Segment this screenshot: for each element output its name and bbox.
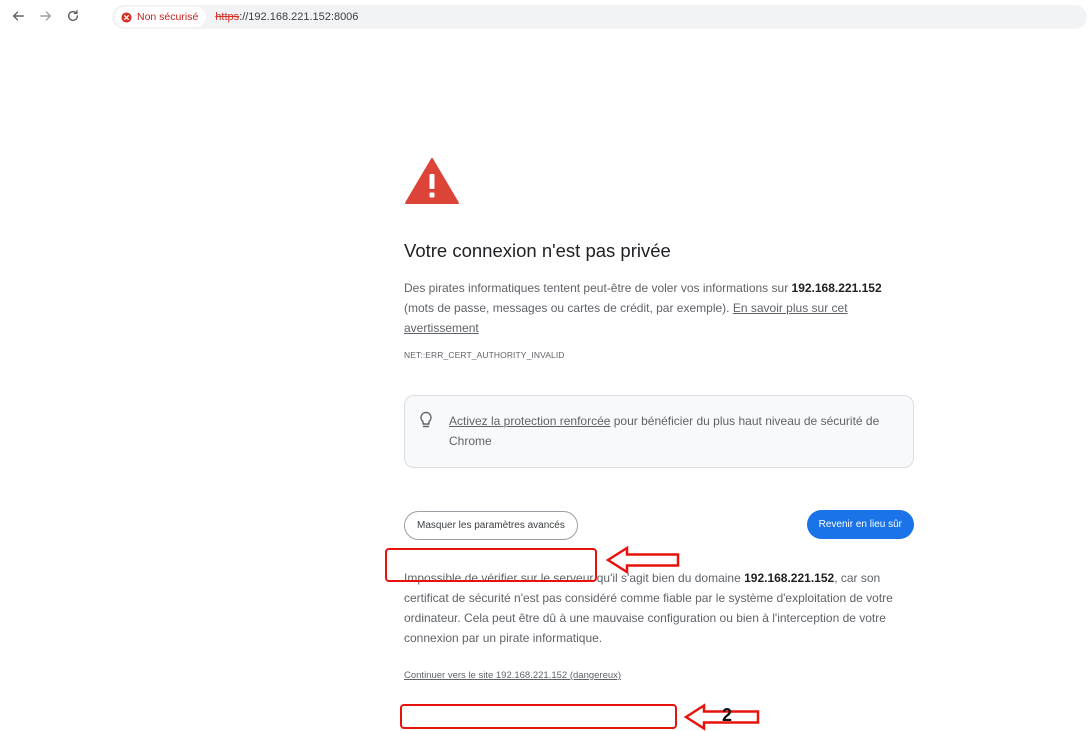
intro-text: Des pirates informatiques tentent peut-ê… — [404, 281, 792, 295]
address-bar[interactable]: Non sécurisé https://192.168.221.152:800… — [112, 5, 1087, 29]
annotation-box-2 — [400, 704, 677, 729]
proceed-unsafe-link[interactable]: Continuer vers le site 192.168.221.152 (… — [404, 670, 621, 681]
warning-triangle-icon — [405, 158, 459, 204]
intro-text-cont: (mots de passe, messages ou cartes de cr… — [404, 301, 733, 315]
back-to-safety-button[interactable]: Revenir en lieu sûr — [806, 510, 914, 539]
forward-button[interactable] — [36, 6, 56, 26]
details-host: 192.168.221.152 — [744, 571, 835, 585]
enhanced-protection-text: Activez la protection renforcée pour bén… — [449, 411, 899, 451]
enhanced-protection-link[interactable]: Activez la protection renforcée — [449, 414, 610, 428]
reload-button[interactable] — [63, 6, 83, 26]
annotation-arrow-1 — [605, 545, 680, 575]
error-code: NET::ERR_CERT_AUTHORITY_INVALID — [404, 350, 565, 360]
annotation-box-1 — [385, 548, 597, 582]
intro-paragraph: Des pirates informatiques tentent peut-ê… — [404, 278, 914, 338]
url-scheme: https — [215, 11, 240, 23]
url-text[interactable]: https://192.168.221.152:8006 — [215, 11, 358, 23]
hide-advanced-button[interactable]: Masquer les paramètres avancés — [404, 511, 578, 540]
not-secure-icon — [121, 11, 132, 23]
back-button[interactable] — [8, 6, 28, 26]
browser-toolbar: Non sécurisé https://192.168.221.152:800… — [0, 0, 1091, 33]
arrow-left-icon — [12, 11, 24, 21]
url-host: ://192.168.221.152:8006 — [239, 11, 359, 23]
lightbulb-icon — [420, 411, 432, 428]
page-title: Votre connexion n'est pas privée — [404, 240, 671, 261]
reload-icon — [67, 10, 79, 22]
intro-host: 192.168.221.152 — [791, 281, 882, 295]
security-chip[interactable]: Non sécurisé — [115, 7, 207, 27]
enhanced-protection-box: Activez la protection renforcée pour bén… — [404, 395, 914, 468]
security-label: Non sécurisé — [137, 11, 199, 23]
annotation-step-number: 2 — [722, 705, 733, 725]
arrow-right-icon — [40, 11, 52, 21]
